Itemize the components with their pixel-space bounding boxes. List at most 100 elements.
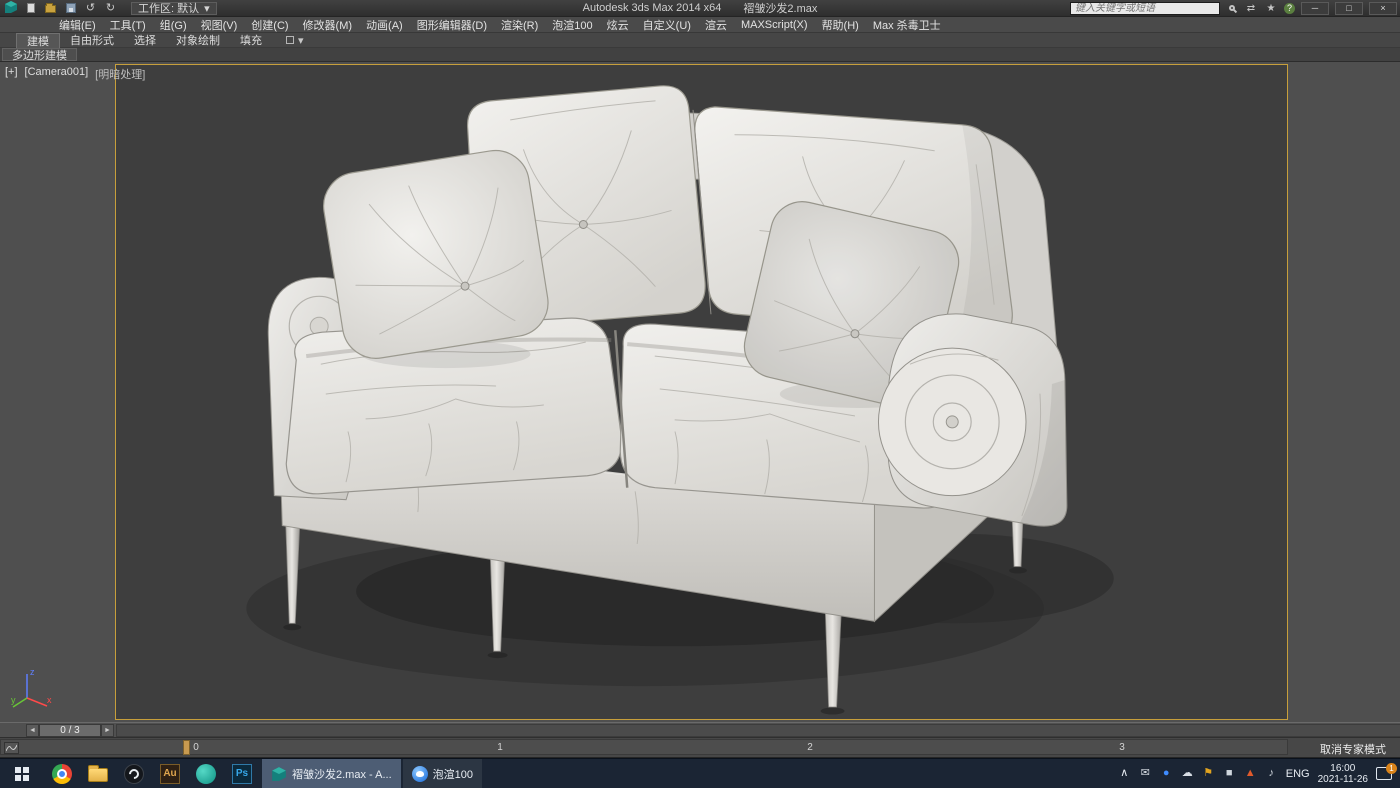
tab-object-paint[interactable]: 对象绘制 <box>166 33 230 48</box>
teal-app-icon <box>196 764 216 784</box>
menu-paoxuan100[interactable]: 泡渲100 <box>545 17 599 33</box>
menu-help[interactable]: 帮助(H) <box>815 17 866 33</box>
previous-frame-button[interactable]: ◄ <box>26 724 39 737</box>
menu-antivirus[interactable]: Max 杀毒卫士 <box>866 17 948 33</box>
undo-button[interactable]: ↺ <box>83 2 98 15</box>
sofa-render <box>116 65 1287 719</box>
tab-selection[interactable]: 选择 <box>124 33 166 48</box>
open-file-button[interactable] <box>43 2 58 15</box>
task-3dsmax[interactable]: 褶皱沙发2.max - A... <box>262 759 401 788</box>
audition-taskbar-button[interactable]: Au <box>152 759 188 788</box>
frame-tick-1: 1 <box>497 742 503 753</box>
panel-polygon-modeling[interactable]: 多边形建模 <box>2 48 77 61</box>
paoxuan-icon <box>412 766 428 782</box>
search-icon[interactable] <box>1229 5 1235 11</box>
menu-rendering[interactable]: 渲染(R) <box>494 17 545 33</box>
caret-down-icon: ▾ <box>204 2 210 15</box>
task-label: 褶皱沙发2.max - A... <box>292 766 392 782</box>
frame-tick-0: 0 <box>193 742 199 753</box>
viewport-camera-label[interactable]: [Camera001] <box>25 66 89 82</box>
menu-graph-editors[interactable]: 图形编辑器(D) <box>410 17 494 33</box>
viewport-menu-plus[interactable]: [+] <box>5 66 18 82</box>
tray-icon[interactable]: ☁ <box>1181 768 1194 779</box>
save-icon <box>66 3 76 13</box>
taskbar: Au Ps 褶皱沙发2.max - A... 泡渲100 ∧ ✉ ● ☁ ⚑ ■… <box>0 758 1400 788</box>
current-frame-marker[interactable] <box>183 740 190 755</box>
menu-edit[interactable]: 编辑(E) <box>52 17 103 33</box>
tray-icon[interactable]: ■ <box>1223 768 1236 779</box>
viewport-shading-label[interactable]: [明暗处理] <box>95 66 145 82</box>
tray-expand-icon[interactable]: ∧ <box>1118 768 1131 779</box>
explorer-taskbar-button[interactable] <box>80 759 116 788</box>
tray-icon[interactable]: ♪ <box>1265 768 1278 779</box>
menu-xuanyun2[interactable]: 渲云 <box>698 17 734 33</box>
maximize-button[interactable]: □ <box>1335 2 1363 15</box>
minimize-button[interactable]: ─ <box>1301 2 1329 15</box>
world-axis-gizmo: z x y <box>10 665 54 716</box>
folder-icon <box>45 5 56 13</box>
language-indicator[interactable]: ENG <box>1286 768 1310 780</box>
menu-tools[interactable]: 工具(T) <box>103 17 153 33</box>
close-button[interactable]: × <box>1369 2 1397 15</box>
viewport-area: [+] [Camera001] [明暗处理] <box>0 62 1400 722</box>
exchange-icon[interactable]: ⇄ <box>1244 3 1258 14</box>
clock-time: 16:00 <box>1330 763 1355 774</box>
photoshop-icon: Ps <box>232 764 252 784</box>
redo-button[interactable]: ↻ <box>103 2 118 15</box>
workspace-label: 工作区: 默认 <box>138 0 199 16</box>
menu-animation[interactable]: 动画(A) <box>359 17 410 33</box>
windows-logo-icon <box>15 767 29 781</box>
tray-icon[interactable]: ✉ <box>1139 768 1152 779</box>
camera-viewport[interactable] <box>115 64 1288 720</box>
tab-freeform[interactable]: 自由形式 <box>60 33 124 48</box>
help-icon[interactable]: ? <box>1284 3 1295 14</box>
folder-icon <box>88 768 108 782</box>
audition-icon: Au <box>160 764 180 784</box>
time-slider-track[interactable] <box>116 724 1400 737</box>
tab-modeling[interactable]: 建模 <box>16 33 60 48</box>
chrome-taskbar-button[interactable] <box>44 759 80 788</box>
ribbon-tab-bar: 建模 自由形式 选择 对象绘制 填充 ▾ <box>0 33 1400 48</box>
ribbon-panel-bar: 多边形建模 <box>0 48 1400 62</box>
media-app-taskbar-button[interactable] <box>116 759 152 788</box>
menu-modifiers[interactable]: 修改器(M) <box>296 17 360 33</box>
mini-curve-editor-button[interactable] <box>4 742 19 754</box>
start-button[interactable] <box>0 759 44 788</box>
max-logo-icon[interactable] <box>4 0 18 17</box>
tab-populate[interactable]: 填充 <box>230 33 272 48</box>
frame-tick-3: 3 <box>1119 742 1125 753</box>
page-icon <box>27 3 35 13</box>
file-title: 褶皱沙发2.max <box>743 0 817 16</box>
notification-icon[interactable]: 1 <box>1376 767 1392 780</box>
menu-group[interactable]: 组(G) <box>153 17 194 33</box>
menu-views[interactable]: 视图(V) <box>194 17 245 33</box>
menu-xuanyun[interactable]: 炫云 <box>600 17 636 33</box>
search-box <box>1070 2 1220 15</box>
tray-icon[interactable]: ▲ <box>1244 768 1257 779</box>
search-input[interactable] <box>1075 3 1215 14</box>
task-paoxuan100[interactable]: 泡渲100 <box>403 759 482 788</box>
save-file-button[interactable] <box>63 2 78 15</box>
frame-tick-2: 2 <box>807 742 813 753</box>
next-frame-button[interactable]: ► <box>101 724 114 737</box>
clock-date: 2021-11-26 <box>1318 774 1368 785</box>
ribbon-options-caret-icon[interactable]: ▾ <box>298 34 304 47</box>
menu-create[interactable]: 创建(C) <box>244 17 295 33</box>
menu-customize[interactable]: 自定义(U) <box>636 17 698 33</box>
svg-text:x: x <box>47 695 52 705</box>
ribbon-minimize-icon[interactable] <box>286 36 294 44</box>
photoshop-taskbar-button[interactable]: Ps <box>224 759 260 788</box>
time-slider-row: ◄ 0 / 3 ► <box>0 722 1400 738</box>
menu-maxscript[interactable]: MAXScript(X) <box>734 19 815 31</box>
tray-icon[interactable]: ● <box>1160 768 1173 779</box>
new-scene-button[interactable] <box>23 2 38 15</box>
taskbar-clock[interactable]: 16:00 2021-11-26 <box>1318 763 1368 785</box>
cancel-expert-mode-button[interactable]: 取消专家模式 <box>1312 741 1394 757</box>
tray-icon[interactable]: ⚑ <box>1202 768 1215 779</box>
favorites-star-icon[interactable]: ★ <box>1264 3 1278 14</box>
teal-app-taskbar-button[interactable] <box>188 759 224 788</box>
time-slider-handle[interactable]: 0 / 3 <box>39 724 101 737</box>
task-label: 泡渲100 <box>433 766 473 782</box>
system-tray: ∧ ✉ ● ☁ ⚑ ■ ▲ ♪ ENG 16:00 2021-11-26 1 <box>1118 763 1400 785</box>
workspace-dropdown[interactable]: 工作区: 默认 ▾ <box>131 2 217 15</box>
